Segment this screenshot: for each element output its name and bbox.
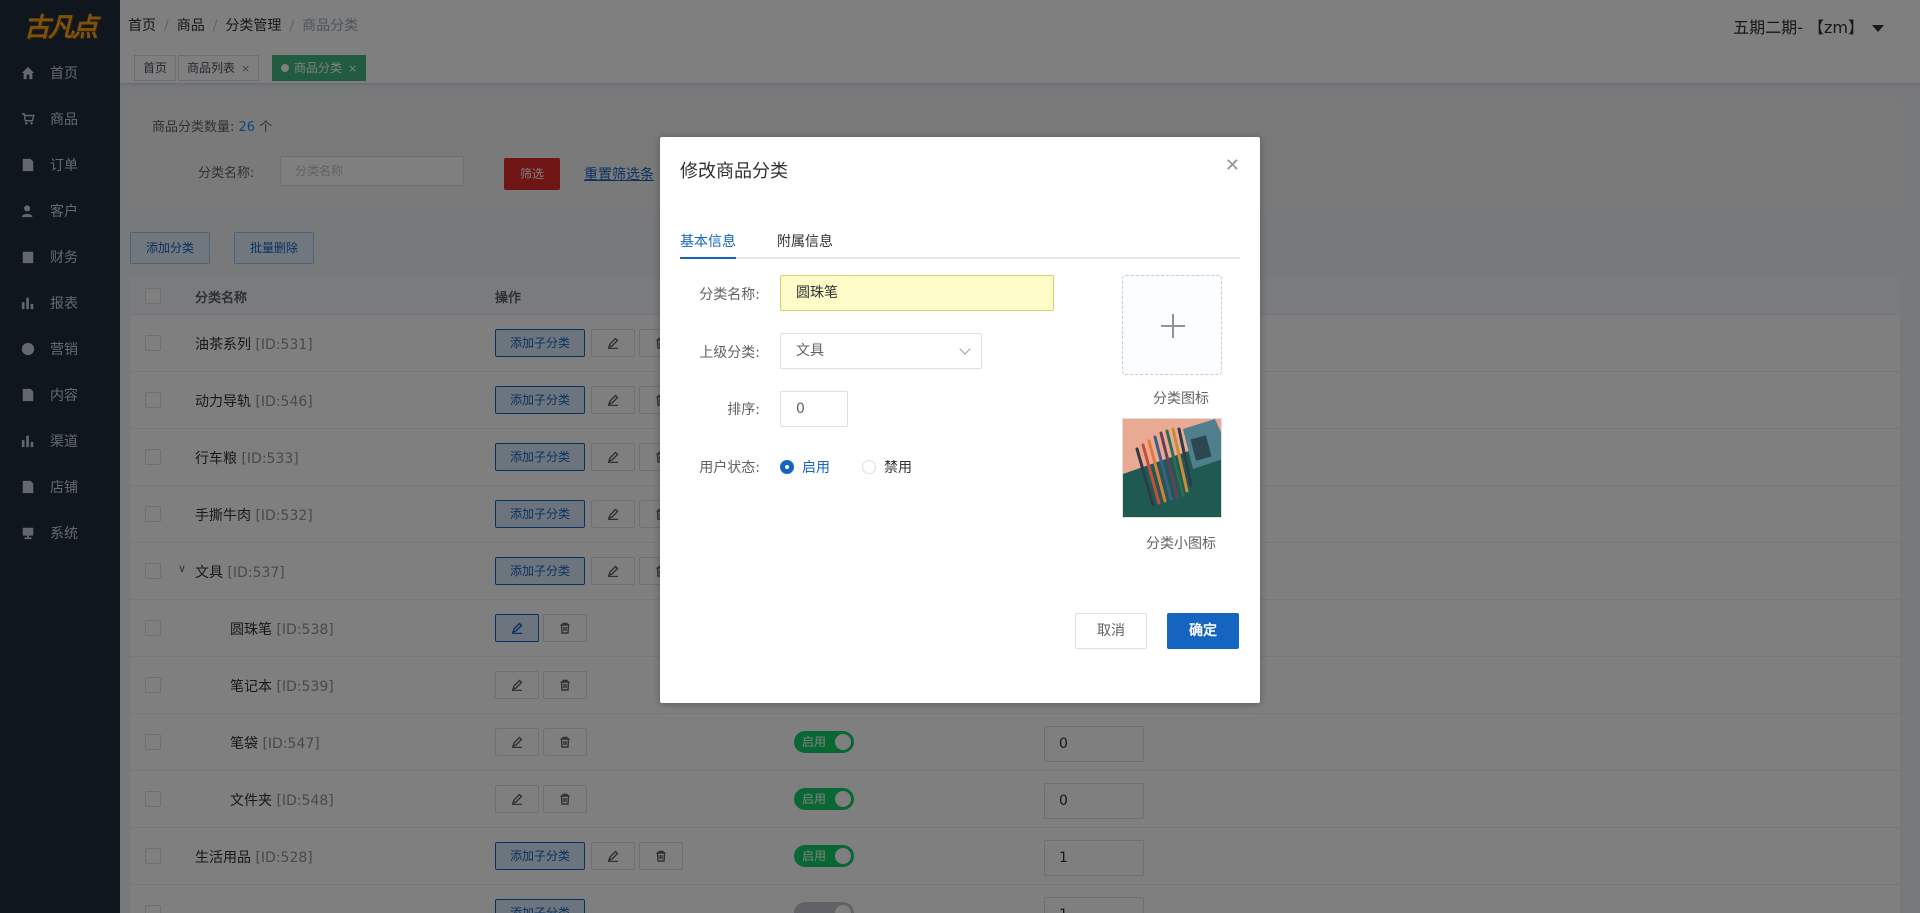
- name-field-label: 分类名称:: [699, 287, 760, 303]
- sort-field-label: 排序:: [727, 402, 760, 418]
- active-tab-indicator: [680, 257, 736, 259]
- dialog-title: 修改商品分类: [680, 161, 788, 182]
- parent-category-select[interactable]: 文具: [780, 333, 982, 369]
- chevron-down-icon: [959, 343, 971, 355]
- category-icon-upload[interactable]: [1122, 275, 1222, 375]
- sort-input[interactable]: 0: [780, 391, 848, 427]
- close-icon[interactable]: ✕: [1225, 155, 1240, 176]
- status-radio-group: 启用 禁用: [780, 457, 980, 477]
- tab-basic-info[interactable]: 基本信息: [680, 231, 736, 251]
- dialog-tabs: 基本信息 附属信息: [680, 229, 1240, 259]
- category-name-input[interactable]: 圆珠笔: [780, 275, 1054, 311]
- status-disabled-radio[interactable]: 禁用: [862, 457, 912, 477]
- status-enabled-radio[interactable]: 启用: [780, 457, 830, 477]
- radio-dot: [780, 460, 794, 474]
- status-field-label: 用户状态:: [699, 460, 760, 476]
- category-small-icon-image[interactable]: [1122, 418, 1222, 518]
- pencils-photo-icon: [1123, 419, 1221, 517]
- category-icon-caption: 分类图标: [1153, 391, 1209, 407]
- confirm-button[interactable]: 确定: [1167, 613, 1239, 649]
- parent-field-label: 上级分类:: [699, 345, 760, 361]
- radio-dot: [862, 460, 876, 474]
- edit-category-dialog: 修改商品分类 ✕ 基本信息 附属信息 分类名称: 圆珠笔 上级分类: 文具 排序…: [660, 137, 1260, 703]
- cancel-button[interactable]: 取消: [1075, 613, 1147, 649]
- tab-extra-info[interactable]: 附属信息: [777, 231, 833, 251]
- small-icon-caption: 分类小图标: [1146, 536, 1216, 552]
